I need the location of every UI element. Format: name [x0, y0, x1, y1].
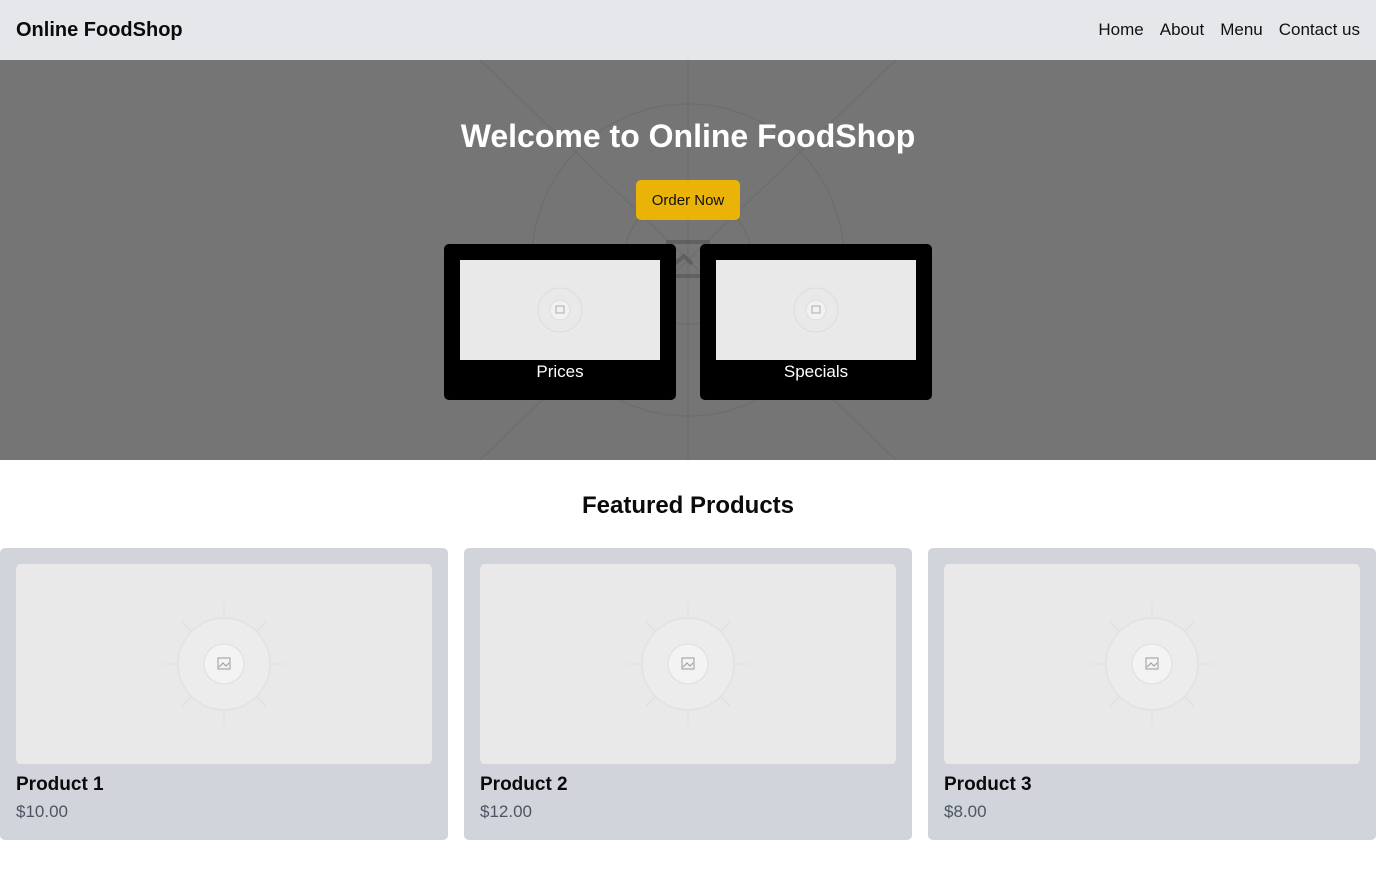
product-price: $10.00	[16, 802, 68, 821]
nav-home[interactable]: Home	[1098, 20, 1143, 40]
product-image	[16, 564, 432, 764]
image-placeholder-icon	[1092, 604, 1212, 724]
order-now-button[interactable]: Order Now	[636, 180, 740, 220]
site-header: Online FoodShop Home About Menu Contact …	[0, 0, 1376, 60]
image-placeholder-icon	[793, 287, 839, 333]
image-placeholder-icon	[537, 287, 583, 333]
featured-products-title: Featured Products	[581, 492, 795, 519]
site-brand[interactable]: Online FoodShop	[16, 19, 183, 42]
nav-contact-us[interactable]: Contact us	[1279, 20, 1360, 40]
product-card[interactable]: Product 3 $8.00	[928, 548, 1376, 840]
hero-card-prices[interactable]: Prices	[444, 244, 676, 400]
hero-title: Welcome to Online FoodShop	[460, 118, 916, 154]
image-placeholder-icon	[628, 604, 748, 724]
product-price: $8.00	[944, 802, 987, 821]
main-nav: Home About Menu Contact us	[1098, 20, 1360, 40]
hero-card-label: Prices	[536, 362, 584, 381]
product-name: Product 1	[16, 774, 104, 795]
product-card[interactable]: Product 1 $10.00	[0, 548, 448, 840]
hero-card-image	[716, 260, 916, 360]
product-price: $12.00	[480, 802, 532, 821]
image-placeholder-icon	[164, 604, 284, 724]
product-name: Product 2	[480, 774, 568, 795]
hero-card-specials[interactable]: Specials	[700, 244, 932, 400]
product-image	[944, 564, 1360, 764]
hero-card-image	[460, 260, 660, 360]
product-card[interactable]: Product 2 $12.00	[464, 548, 912, 840]
product-image	[480, 564, 896, 764]
hero-section: Welcome to Online FoodShop Order Now Pri…	[0, 60, 1376, 460]
nav-menu[interactable]: Menu	[1220, 20, 1263, 40]
hero-card-label: Specials	[783, 362, 849, 381]
product-name: Product 3	[944, 774, 1032, 795]
nav-about[interactable]: About	[1160, 20, 1204, 40]
